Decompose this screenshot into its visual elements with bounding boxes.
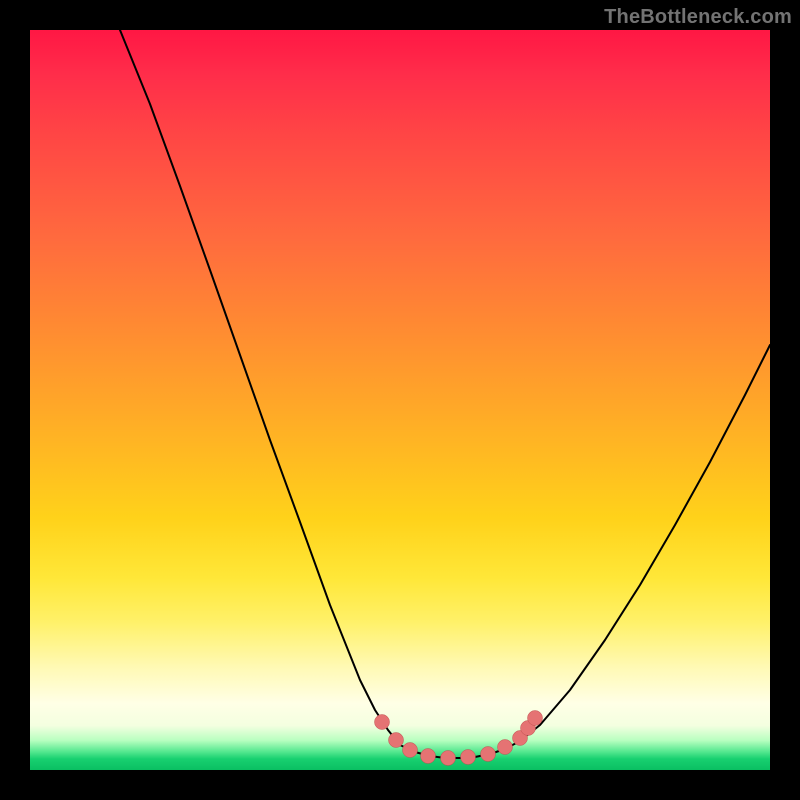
valley-dot (441, 751, 456, 766)
bottleneck-curve (120, 30, 770, 758)
valley-dot (498, 740, 513, 755)
valley-dot (461, 750, 476, 765)
valley-dot (421, 749, 436, 764)
valley-dot (528, 711, 543, 726)
curve-layer (30, 30, 770, 770)
chart-stage: TheBottleneck.com (0, 0, 800, 800)
plot-area (30, 30, 770, 770)
watermark-text: TheBottleneck.com (604, 6, 792, 29)
valley-dot (481, 747, 496, 762)
valley-dot (403, 743, 418, 758)
valley-dot (375, 715, 390, 730)
valley-dot (389, 733, 404, 748)
